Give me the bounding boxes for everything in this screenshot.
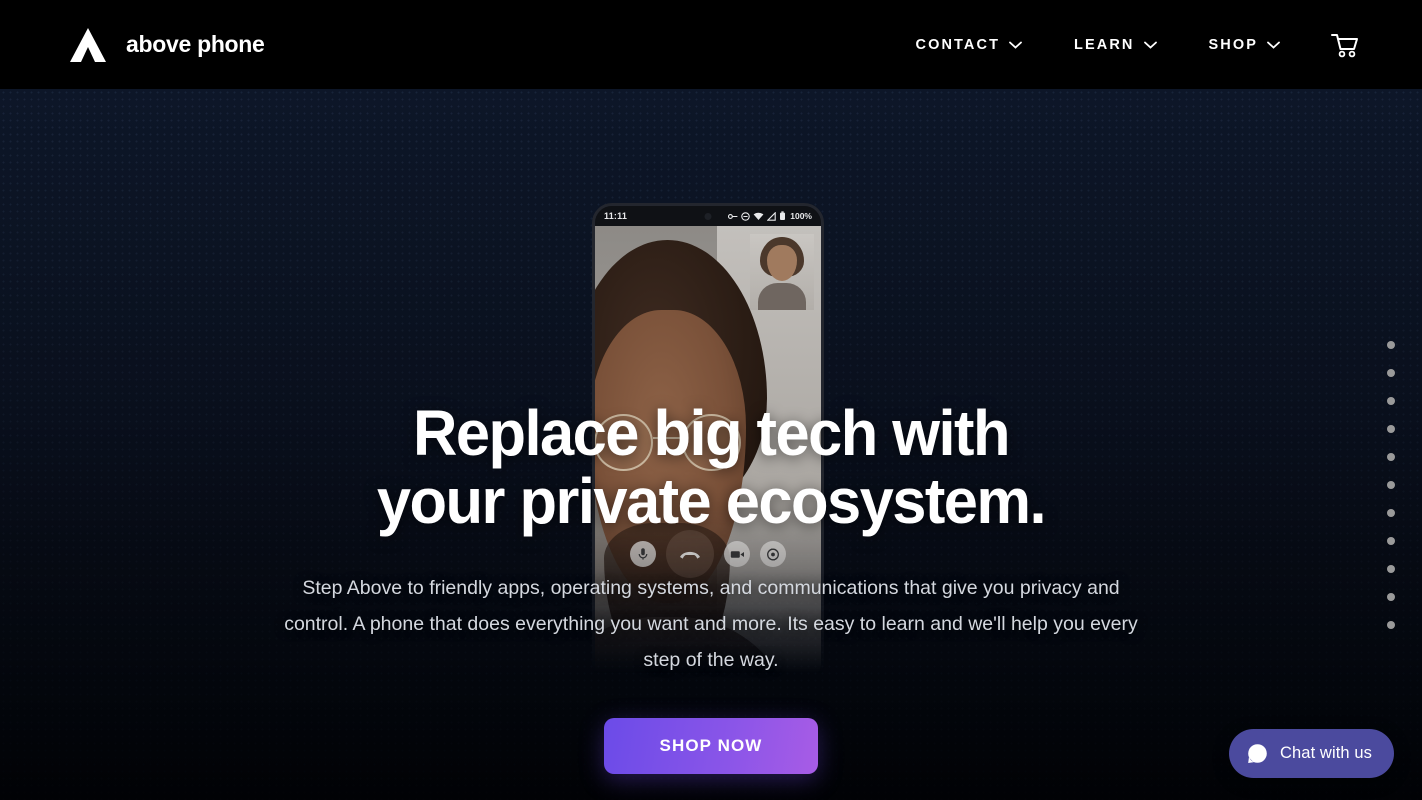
chat-with-us-button[interactable]: Chat with us — [1229, 729, 1394, 778]
main-navigation: CONTACT LEARN SHOP — [890, 32, 1360, 58]
section-dot[interactable] — [1387, 509, 1395, 517]
chat-bubble-icon — [1247, 743, 1268, 764]
section-dot[interactable] — [1387, 621, 1395, 629]
chevron-down-icon — [1267, 41, 1280, 49]
nav-item-contact[interactable]: CONTACT — [890, 37, 1049, 53]
section-dot[interactable] — [1387, 593, 1395, 601]
page-root: above phone CONTACT LEARN SHOP 11:11 100… — [0, 0, 1422, 800]
section-dot[interactable] — [1387, 341, 1395, 349]
page-title: Replace big tech with your private ecosy… — [279, 399, 1143, 535]
shop-now-button[interactable]: SHOP NOW — [604, 718, 818, 774]
section-scroll-indicator — [1387, 341, 1395, 629]
section-dot[interactable] — [1387, 453, 1395, 461]
nav-item-shop-label: SHOP — [1208, 36, 1258, 53]
site-header: above phone CONTACT LEARN SHOP — [0, 0, 1422, 89]
shopping-cart-button[interactable] — [1306, 32, 1360, 58]
headline-line-1: Replace big tech with — [413, 397, 1010, 469]
above-phone-triangle-logo-icon — [68, 26, 108, 64]
chevron-down-icon — [1143, 41, 1157, 49]
chevron-down-icon — [1009, 41, 1022, 49]
hero-content: Replace big tech with your private ecosy… — [0, 89, 1422, 800]
section-dot[interactable] — [1387, 397, 1395, 405]
headline-line-2: your private ecosystem. — [376, 465, 1047, 537]
section-dot[interactable] — [1387, 565, 1395, 573]
hero-section: 11:11 100% Replace big tech with your pr… — [0, 89, 1422, 800]
nav-item-learn[interactable]: LEARN — [1048, 37, 1182, 53]
nav-item-contact-label: CONTACT — [915, 36, 1001, 53]
chat-with-us-label: Chat with us — [1280, 744, 1372, 762]
section-dot[interactable] — [1387, 369, 1395, 377]
section-dot[interactable] — [1387, 537, 1395, 545]
section-dot[interactable] — [1387, 425, 1395, 433]
shopping-cart-icon — [1330, 32, 1360, 58]
hero-subcopy: Step Above to friendly apps, operating s… — [284, 577, 1138, 671]
brand-name: above phone — [126, 31, 265, 57]
nav-item-shop[interactable]: SHOP — [1183, 37, 1307, 53]
brand-logo-link[interactable]: above phone — [68, 26, 265, 64]
nav-item-learn-label: LEARN — [1074, 36, 1135, 53]
section-dot[interactable] — [1387, 481, 1395, 489]
